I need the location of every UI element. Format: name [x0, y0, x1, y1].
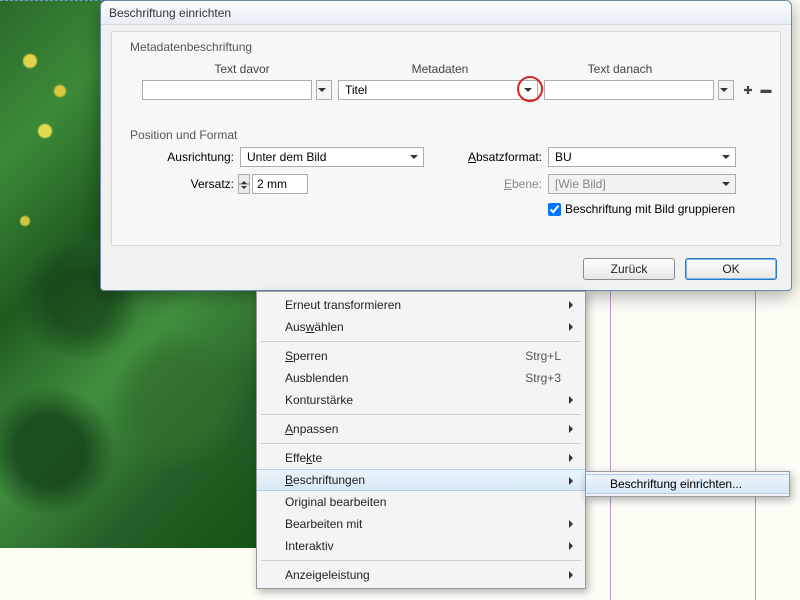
col-meta-label: Metadaten	[380, 62, 500, 76]
group-with-image-label: Beschriftung mit Bild gruppieren	[565, 202, 735, 216]
submenu-arrow-icon	[569, 520, 577, 528]
submenu-item-label: Beschriftung einrichten...	[610, 477, 742, 491]
add-row-button[interactable]: ✚	[740, 82, 756, 98]
captions-submenu: Beschriftung einrichten...	[585, 471, 790, 497]
context-menu: Erneut transformieren Auswählen Sperren Str…	[256, 291, 586, 589]
menu-item-label: Beschriftungen	[285, 473, 365, 487]
submenu-arrow-icon	[569, 396, 577, 404]
menu-item-label: Ausblenden	[285, 371, 348, 385]
menu-item[interactable]: Sperren Strg+L	[257, 345, 585, 367]
submenu-arrow-icon	[569, 477, 577, 485]
alignment-label: Ausrichtung:	[152, 150, 234, 164]
menu-separator	[261, 443, 581, 444]
menu-item-label: Interaktiv	[285, 539, 334, 553]
dialog-titlebar[interactable]: Beschriftung einrichten	[101, 1, 791, 25]
menu-item[interactable]: Beschriftungen	[257, 469, 585, 491]
offset-label: Versatz:	[152, 177, 234, 191]
paraformat-value: BU	[555, 150, 572, 164]
submenu-arrow-icon	[569, 454, 577, 462]
layer-value: [Wie Bild]	[555, 177, 606, 191]
text-after-input[interactable]	[544, 80, 714, 100]
offset-input[interactable]	[252, 174, 308, 194]
submenu-item-setup-caption[interactable]: Beschriftung einrichten...	[586, 474, 789, 494]
menu-item[interactable]: Anpassen	[257, 418, 585, 440]
menu-item[interactable]: Original bearbeiten	[257, 491, 585, 513]
submenu-arrow-icon	[569, 323, 577, 331]
text-before-menu-button[interactable]	[316, 80, 332, 100]
col-before-label: Text davor	[182, 62, 302, 76]
col-after-label: Text danach	[560, 62, 680, 76]
menu-item-label: Anzeigeleistung	[285, 568, 370, 582]
menu-item-label: Original bearbeiten	[285, 495, 386, 509]
group-with-image-input[interactable]	[548, 203, 561, 216]
submenu-arrow-icon	[569, 571, 577, 579]
menu-item[interactable]: Interaktiv	[257, 535, 585, 557]
menu-separator	[261, 414, 581, 415]
menu-item-label: Erneut transformieren	[285, 298, 401, 312]
menu-item-label: Auswählen	[285, 320, 344, 334]
menu-item-label: Anpassen	[285, 422, 338, 436]
menu-separator	[261, 341, 581, 342]
dialog-button-row: Zurück OK	[583, 258, 777, 280]
offset-spinner[interactable]	[238, 174, 250, 194]
submenu-arrow-icon	[569, 425, 577, 433]
alignment-value: Unter dem Bild	[247, 150, 326, 164]
menu-item[interactable]: Auswählen	[257, 316, 585, 338]
group-with-image-checkbox[interactable]: Beschriftung mit Bild gruppieren	[548, 202, 735, 216]
metadata-value: Titel	[345, 83, 367, 97]
metadata-dropdown[interactable]: Titel	[338, 80, 538, 100]
menu-item-label: Sperren	[285, 349, 328, 363]
menu-item[interactable]: Bearbeiten mit	[257, 513, 585, 535]
submenu-arrow-icon	[569, 542, 577, 550]
dialog-body: Metadatenbeschriftung Text davor Metadat…	[111, 31, 781, 246]
menu-item[interactable]: Erneut transformieren	[257, 294, 585, 316]
menu-item[interactable]: Anzeigeleistung	[257, 564, 585, 586]
group-metadata-label: Metadatenbeschriftung	[130, 40, 252, 54]
menu-item[interactable]: Ausblenden Strg+3	[257, 367, 585, 389]
layer-label: Ebene:	[450, 177, 542, 191]
menu-item-label: Konturstärke	[285, 393, 353, 407]
ok-button[interactable]: OK	[685, 258, 777, 280]
menu-item[interactable]: Effekte	[257, 447, 585, 469]
back-button[interactable]: Zurück	[583, 258, 675, 280]
text-before-input[interactable]	[142, 80, 312, 100]
remove-row-button[interactable]: ▬	[758, 82, 774, 98]
alignment-dropdown[interactable]: Unter dem Bild	[240, 147, 424, 167]
menu-item-label: Bearbeiten mit	[285, 517, 362, 531]
submenu-arrow-icon	[569, 301, 577, 309]
menu-shortcut: Strg+3	[525, 371, 561, 385]
dialog-title: Beschriftung einrichten	[109, 6, 231, 20]
group-position-label: Position und Format	[130, 128, 237, 142]
paraformat-dropdown[interactable]: BU	[548, 147, 736, 167]
menu-separator	[261, 560, 581, 561]
menu-item-label: Effekte	[285, 451, 322, 465]
text-after-menu-button[interactable]	[718, 80, 734, 100]
caption-setup-dialog: Beschriftung einrichten Metadatenbeschri…	[100, 0, 792, 291]
paraformat-label: AAbsatzformat:bsatzformat:	[450, 150, 542, 164]
menu-shortcut: Strg+L	[525, 349, 561, 363]
layer-dropdown: [Wie Bild]	[548, 174, 736, 194]
menu-item[interactable]: Konturstärke	[257, 389, 585, 411]
